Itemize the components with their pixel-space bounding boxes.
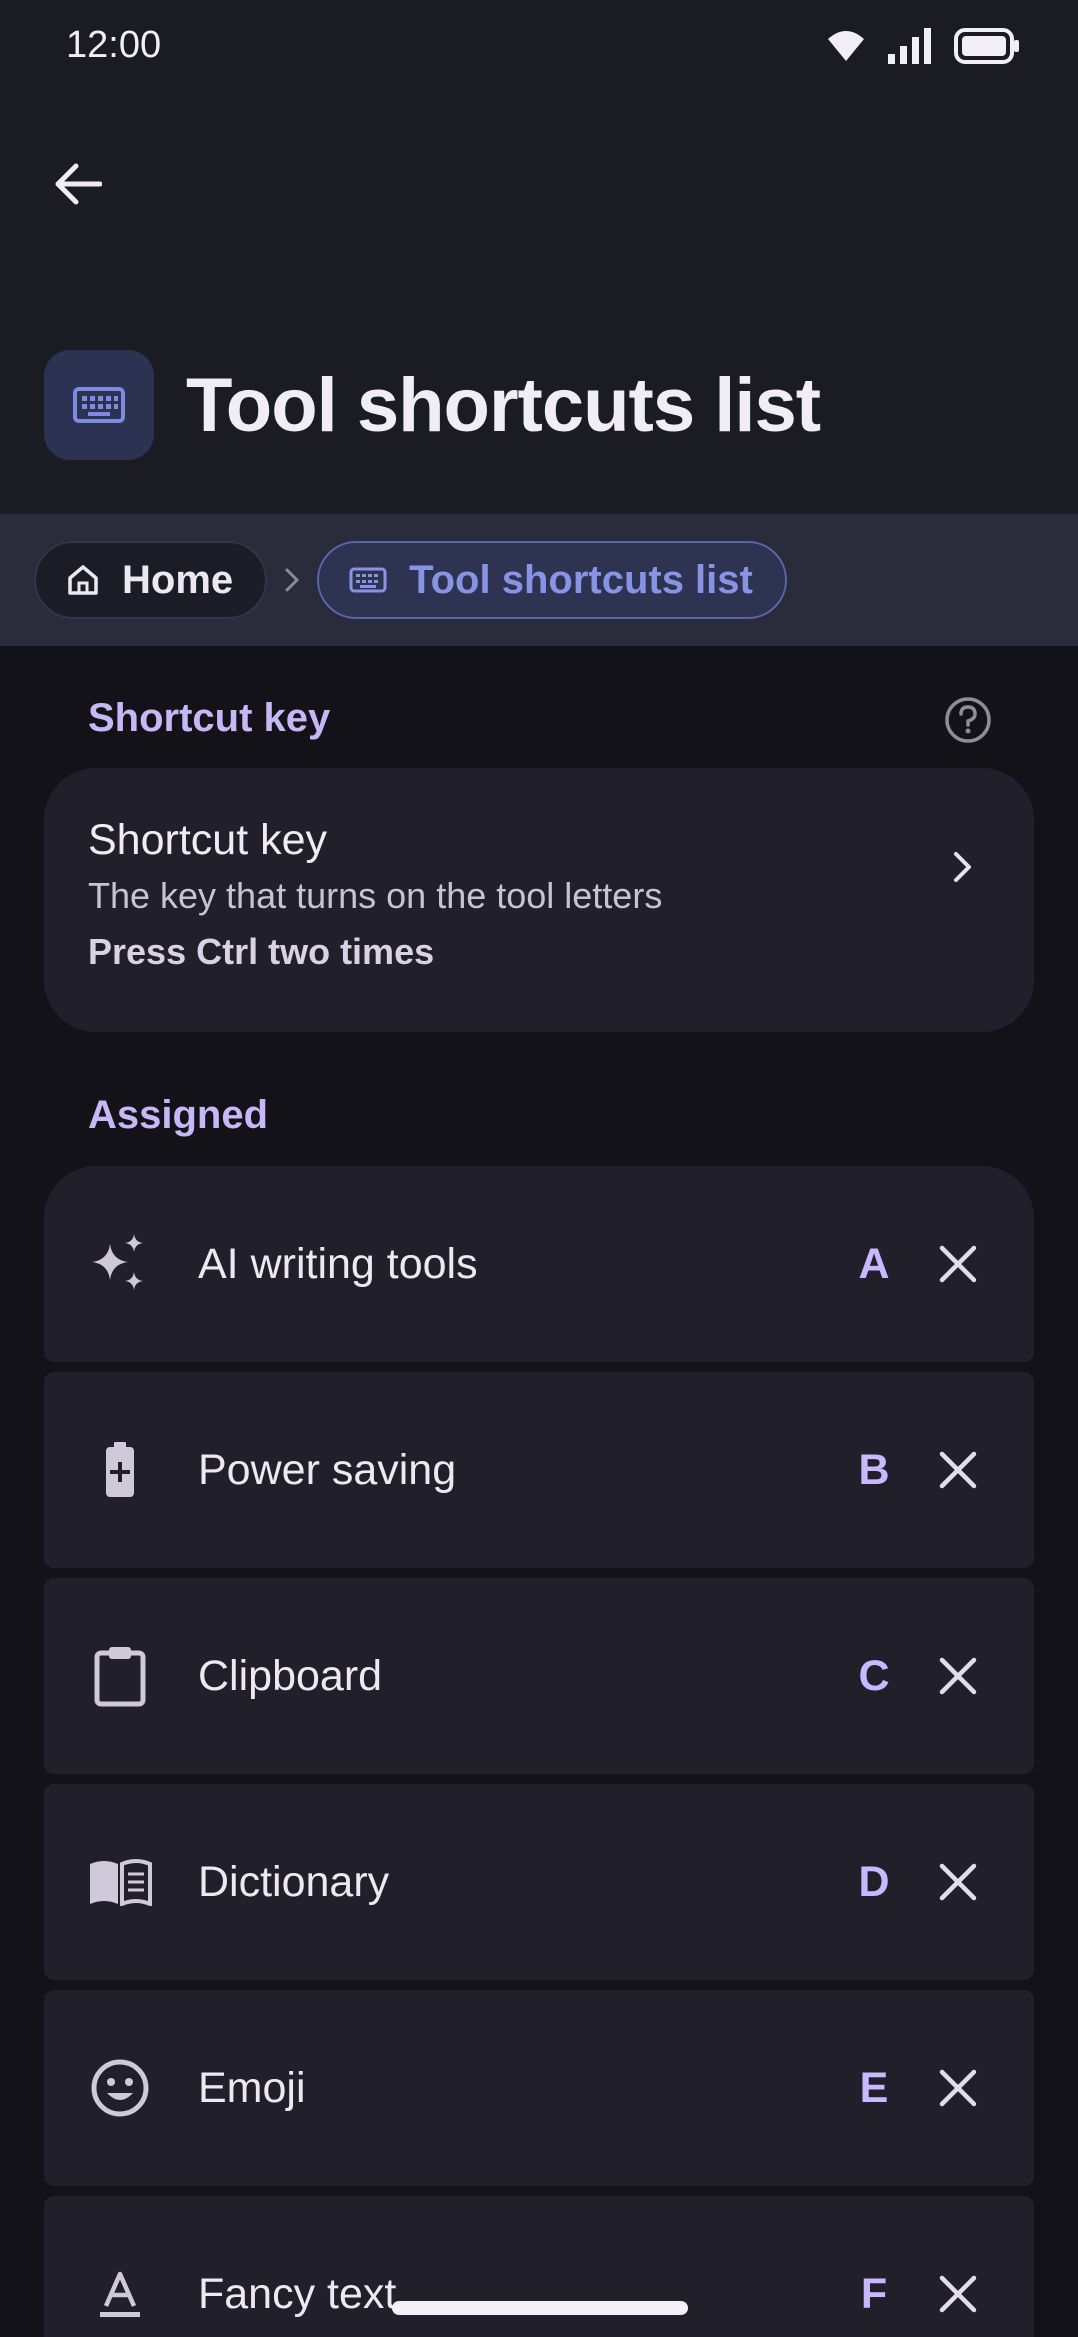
close-icon (939, 2069, 977, 2107)
home-indicator[interactable] (392, 2301, 688, 2315)
chevron-right-icon (283, 567, 301, 593)
help-icon[interactable] (944, 696, 992, 749)
close-icon (939, 2275, 977, 2313)
remove-button[interactable] (926, 2056, 990, 2120)
list-item-label: AI writing tools (198, 1239, 478, 1288)
arrow-back-icon (55, 163, 102, 205)
book-icon (88, 1850, 152, 1914)
shortcut-key-title: Shortcut key (88, 816, 327, 864)
battery-saver-icon (88, 1438, 152, 1502)
status-bar: 12:00 (0, 0, 1078, 100)
list-item[interactable]: Fancy text F (44, 2196, 1034, 2337)
signal-icon (888, 28, 931, 64)
list-item[interactable]: Power saving B (44, 1372, 1034, 1568)
shortcut-letter: F (860, 2269, 888, 2318)
text-format-icon (88, 2262, 152, 2326)
sparkle-icon (88, 1232, 152, 1296)
remove-button[interactable] (926, 1232, 990, 1296)
breadcrumb-current-label: Tool shortcuts list (409, 557, 753, 602)
keyboard-icon (44, 350, 154, 460)
shortcut-key-card[interactable]: Shortcut key The key that turns on the t… (44, 768, 1034, 1032)
list-item-label: Power saving (198, 1445, 457, 1494)
title-row: Tool shortcuts list (44, 350, 821, 460)
shortcut-letter: E (859, 2063, 889, 2112)
list-item[interactable]: AI writing tools A (44, 1166, 1034, 1362)
close-icon (939, 1451, 977, 1489)
shortcut-letter: A (858, 1239, 890, 1288)
list-item[interactable]: Clipboard C (44, 1578, 1034, 1774)
keyboard-icon (349, 567, 387, 593)
remove-button[interactable] (926, 1438, 990, 1502)
shortcut-key-description: The key that turns on the tool letters (88, 875, 663, 916)
screen: 12:00 Tool shortcuts list Home Tool shor… (0, 0, 1078, 2337)
list-item[interactable]: Emoji E (44, 1990, 1034, 2186)
back-button[interactable] (42, 148, 114, 220)
list-item-label: Clipboard (198, 1651, 383, 1700)
close-icon (939, 1863, 977, 1901)
status-time: 12:00 (66, 24, 162, 66)
app-bar: 12:00 Tool shortcuts list (0, 0, 1078, 514)
remove-button[interactable] (926, 1850, 990, 1914)
page-title: Tool shortcuts list (186, 362, 821, 448)
breadcrumb-home-label: Home (122, 557, 234, 602)
list-item[interactable]: Dictionary D (44, 1784, 1034, 1980)
wifi-icon (828, 31, 864, 61)
remove-button[interactable] (926, 2262, 990, 2326)
shortcut-letter: D (858, 1857, 890, 1906)
clipboard-icon (88, 1644, 152, 1708)
battery-icon (954, 28, 1019, 64)
breadcrumb: Home Tool shortcuts list (0, 514, 1078, 646)
list-item-label: Emoji (198, 2063, 306, 2112)
breadcrumb-current[interactable]: Tool shortcuts list (317, 541, 787, 619)
chevron-right-icon (952, 850, 974, 889)
home-icon (68, 565, 98, 595)
section-heading-assigned: Assigned (88, 1093, 269, 1137)
close-icon (939, 1245, 977, 1283)
section-heading-shortcut-key: Shortcut key (88, 696, 331, 740)
emoji-icon (88, 2056, 152, 2120)
list-item-label: Dictionary (198, 1857, 390, 1906)
shortcut-letter: B (858, 1445, 890, 1494)
remove-button[interactable] (926, 1644, 990, 1708)
status-icons (826, 28, 1020, 64)
breadcrumb-home[interactable]: Home (34, 541, 268, 619)
close-icon (939, 1657, 977, 1695)
shortcut-key-value: Press Ctrl two times (88, 931, 435, 972)
shortcut-letter: C (858, 1651, 890, 1700)
